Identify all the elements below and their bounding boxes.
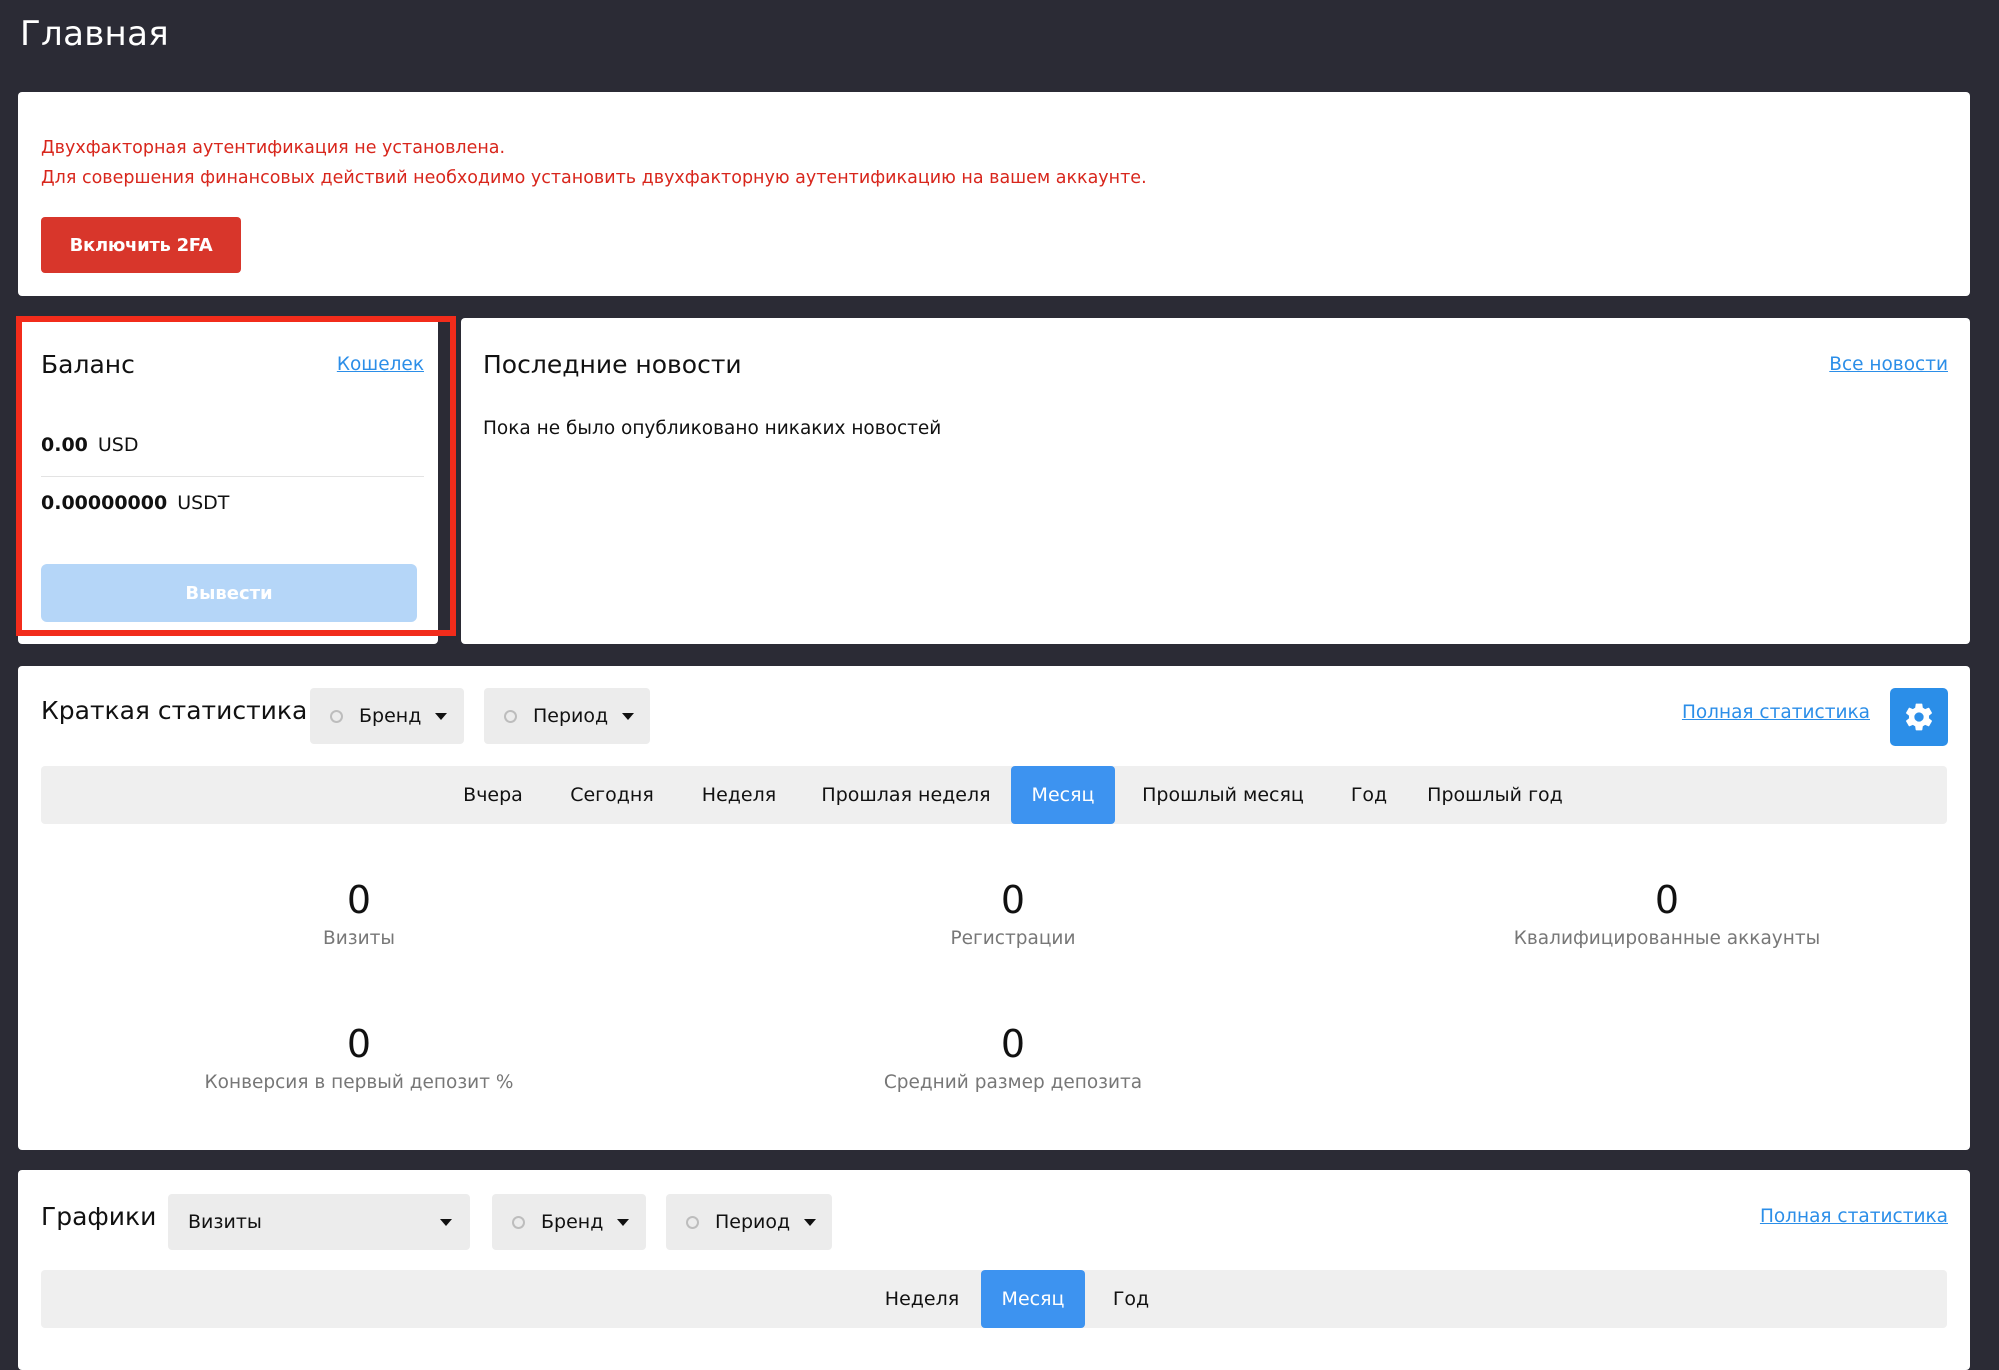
metric-label: Регистрации [950,928,1076,949]
metric-value: 0 [1000,878,1026,922]
balance-currency: USDT [177,492,230,514]
news-card: Последние новости Все новости Пока не бы… [461,318,1970,644]
tab-year[interactable]: Год [1085,1270,1177,1328]
charts-card: Графики Визиты Бренд Период Полная стати… [18,1170,1970,1370]
stats-period-tabs: Вчера Сегодня Неделя Прошлая неделя Меся… [41,766,1947,824]
charts-title: Графики [41,1202,157,1231]
balance-amount: 0.00 [41,434,88,456]
charts-period-filter[interactable]: Период [666,1194,832,1250]
period-filter-label: Период [715,1211,791,1233]
withdraw-button[interactable]: Вывести [41,564,417,622]
balance-title: Баланс [41,350,135,379]
caret-down-icon [617,1218,630,1226]
caret-down-icon [622,712,635,720]
metric-label: Квалифицированные аккаунты [1513,928,1821,949]
metric-value: 0 [346,1022,372,1066]
news-title: Последние новости [483,350,742,379]
radio-ring-icon [686,1215,699,1229]
period-filter-label: Период [533,705,609,727]
metric-select-value: Визиты [188,1211,262,1233]
twofa-warning-card: Двухфакторная аутентификация не установл… [18,92,1970,296]
caret-down-icon [804,1218,817,1226]
balance-card: Баланс Кошелек 0.00 USD 0.00000000 USDT Вы… [18,318,438,644]
brand-filter-label: Бренд [359,705,422,727]
stats-settings-button[interactable] [1890,688,1948,746]
charts-period-tabs: Неделя Месяц Год [41,1270,1947,1328]
gear-icon [1906,703,1932,731]
caret-down-icon [435,712,448,720]
twofa-warning-line-1: Двухфакторная аутентификация не установл… [41,138,506,158]
stats-brand-filter[interactable]: Бренд [310,688,464,744]
charts-metric-select[interactable]: Визиты [168,1194,470,1250]
charts-brand-filter[interactable]: Бренд [492,1194,646,1250]
full-stats-link[interactable]: Полная статистика [1682,702,1870,723]
tab-week[interactable]: Неделя [677,766,801,824]
tab-last-month[interactable]: Прошлый месяц [1115,766,1331,824]
metric-value: 0 [1654,878,1680,922]
tab-yesterday[interactable]: Вчера [439,766,547,824]
enable-2fa-button[interactable]: Включить 2FA [41,217,241,273]
radio-ring-icon [504,709,517,723]
wallet-link[interactable]: Кошелек [337,354,424,375]
tab-last-week[interactable]: Прошлая неделя [801,766,1011,824]
balance-row-usd: 0.00 USD [41,434,139,456]
balance-currency: USD [97,434,139,456]
tab-last-year[interactable]: Прошлый год [1407,766,1583,824]
metric-label: Визиты [323,928,395,949]
stats-card: Краткая статистика Бренд Период Полная с… [18,666,1970,1150]
metric-value: 0 [346,878,372,922]
tab-year[interactable]: Год [1331,766,1407,824]
metric-visits: 0 Визиты [99,878,619,949]
tab-today[interactable]: Сегодня [547,766,677,824]
page-title: Главная [20,14,169,54]
brand-filter-label: Бренд [541,1211,604,1233]
metric-label: Средний размер депозита [883,1072,1143,1093]
metric-qualified-accounts: 0 Квалифицированные аккаунты [1407,878,1927,949]
metric-label: Конверсия в первый депозит % [204,1072,514,1093]
balance-amount: 0.00000000 [41,492,168,514]
stats-period-filter[interactable]: Период [484,688,650,744]
news-empty-message: Пока не было опубликовано никаких новост… [483,418,942,439]
metric-first-deposit-conversion: 0 Конверсия в первый депозит % [99,1022,619,1093]
twofa-warning-line-2: Для совершения финансовых действий необх… [41,168,1147,188]
stats-title: Краткая статистика [41,696,308,725]
tab-month[interactable]: Месяц [981,1270,1085,1328]
metric-avg-deposit: 0 Средний размер депозита [753,1022,1273,1093]
balance-row-usdt: 0.00000000 USDT [41,492,229,514]
radio-ring-icon [512,1215,525,1229]
radio-ring-icon [330,709,343,723]
tab-month[interactable]: Месяц [1011,766,1115,824]
all-news-link[interactable]: Все новости [1829,354,1948,375]
tab-week[interactable]: Неделя [863,1270,981,1328]
metric-registrations: 0 Регистрации [753,878,1273,949]
caret-down-icon [440,1218,452,1226]
balance-divider [41,476,424,477]
metric-value: 0 [1000,1022,1026,1066]
charts-full-stats-link[interactable]: Полная статистика [1760,1206,1948,1227]
